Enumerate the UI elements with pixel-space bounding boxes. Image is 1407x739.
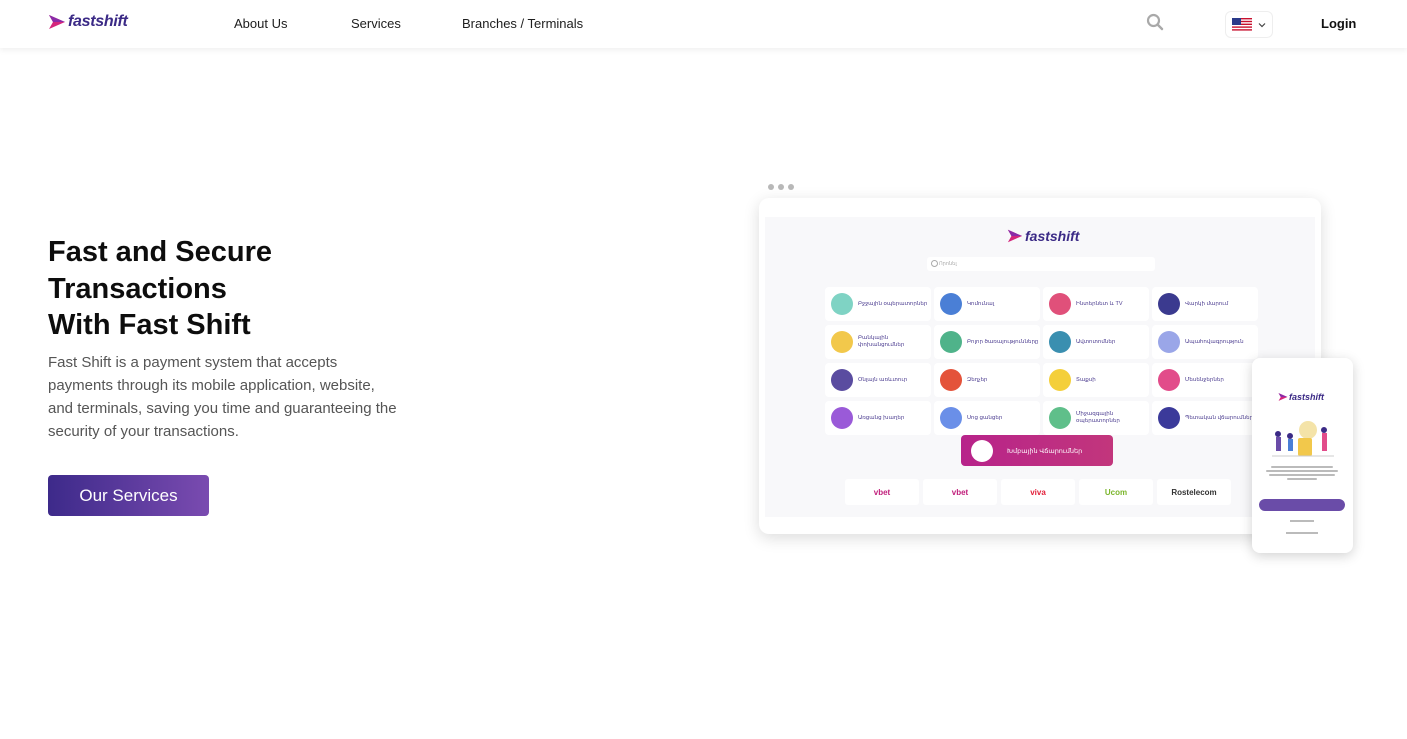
partner-logo: Ucom bbox=[1079, 479, 1153, 505]
nav-services[interactable]: Services bbox=[351, 16, 401, 31]
service-icon bbox=[831, 293, 853, 315]
phone-text-line bbox=[1286, 532, 1318, 534]
hero-title-line-1: Fast and Secure bbox=[48, 236, 273, 268]
mockup-service-grid: Բջջային օպերատորներ Կոմունալ Ինտերնետ և TV… bbox=[825, 287, 1258, 435]
mockup-logo-text: fastshift bbox=[1025, 228, 1080, 244]
mockup-service-tile: Սոց ցանցեր bbox=[934, 401, 1040, 435]
mockup-service-tile: Ապահովագրություն bbox=[1152, 325, 1258, 359]
partner-logo: vbet bbox=[923, 479, 997, 505]
service-label: Ապահովագրություն bbox=[1185, 338, 1244, 345]
phone-text-line bbox=[1290, 520, 1314, 522]
mockup-service-tile: Պետական վճարումներ bbox=[1152, 401, 1258, 435]
service-icon bbox=[940, 369, 962, 391]
chevron-down-icon bbox=[1258, 22, 1266, 27]
service-label: Զեղչեր bbox=[967, 376, 988, 383]
fastshift-logo[interactable]: fastshift bbox=[48, 13, 128, 31]
mockup-service-tile: Միջազգային օպերատորներ bbox=[1043, 401, 1149, 435]
service-icon bbox=[940, 293, 962, 315]
service-icon bbox=[1158, 407, 1180, 429]
mockup-group-payments-button: Խմբային Վճարումներ bbox=[961, 435, 1113, 466]
mockup-service-tile: Ինտերնետ և TV bbox=[1043, 287, 1149, 321]
mockup-logo: fastshift bbox=[1007, 228, 1079, 244]
service-label: Օնլայն առևտուր bbox=[858, 376, 908, 383]
mockup-service-tile: Մեսենջերներ bbox=[1152, 363, 1258, 397]
service-label: Բոլոր ծառայությունները bbox=[967, 338, 1039, 345]
service-icon bbox=[1049, 407, 1071, 429]
phone-description-lines bbox=[1262, 464, 1342, 482]
phone-logo: fastshift bbox=[1278, 392, 1324, 402]
service-icon bbox=[1158, 369, 1180, 391]
language-selector[interactable] bbox=[1225, 11, 1273, 38]
service-label: Բանկային փոխանցումներ bbox=[858, 335, 905, 348]
people-illustration-icon bbox=[1272, 421, 1334, 457]
search-icon bbox=[931, 260, 938, 267]
hero-title-line-3: With Fast Shift bbox=[48, 309, 251, 341]
mockup-search-placeholder: Որոնել bbox=[939, 261, 957, 267]
partner-logo: Rostelecom bbox=[1157, 479, 1231, 505]
service-label: Կոմունալ bbox=[967, 300, 995, 307]
logo-arrow-icon bbox=[1007, 229, 1023, 243]
service-label: Առցանց խաղեր bbox=[858, 414, 905, 421]
service-icon bbox=[1158, 331, 1180, 353]
service-label: Պետական վճարումներ bbox=[1185, 414, 1254, 421]
service-label: Մեսենջերներ bbox=[1185, 376, 1224, 383]
hero-title-line-2: Transactions bbox=[48, 272, 227, 305]
mockup-service-tile: Բջջային օպերատորներ bbox=[825, 287, 931, 321]
service-label: Տաքսի bbox=[1076, 376, 1096, 383]
service-icon bbox=[831, 407, 853, 429]
service-icon bbox=[1049, 331, 1071, 353]
mockup-search-bar: Որոնել bbox=[927, 257, 1155, 271]
mockup-service-tile: Զեղչեր bbox=[934, 363, 1040, 397]
our-services-button[interactable]: Our Services bbox=[48, 475, 209, 516]
search-icon bbox=[1146, 13, 1164, 31]
service-icon bbox=[831, 331, 853, 353]
mockup-button-label: Խմբային Վճարումներ bbox=[1007, 447, 1083, 455]
nav-about-us[interactable]: About Us bbox=[234, 16, 287, 31]
service-label: Վարկի մարում bbox=[1185, 300, 1229, 307]
service-icon bbox=[1158, 293, 1180, 315]
service-icon bbox=[940, 407, 962, 429]
us-flag-icon bbox=[1232, 18, 1252, 31]
service-label: Ինտերնետ և TV bbox=[1076, 300, 1123, 307]
search-button[interactable] bbox=[1146, 13, 1166, 33]
mockup-screen: fastshift Որոնել Բջջային օպերատորներ Կոմո… bbox=[765, 217, 1315, 517]
service-icon bbox=[1049, 293, 1071, 315]
mockup-service-tile: Բոլոր ծառայությունները bbox=[934, 325, 1040, 359]
service-icon bbox=[1049, 369, 1071, 391]
basket-icon bbox=[971, 439, 993, 462]
top-navigation-bar: fastshift About Us Services Branches / T… bbox=[0, 0, 1407, 48]
desktop-app-mockup: fastshift Որոնել Բջջային օպերատորներ Կոմո… bbox=[759, 198, 1321, 534]
hero-title: Fast and Secure Transactions With Fast S… bbox=[48, 234, 408, 344]
phone-primary-button bbox=[1259, 499, 1345, 511]
hero-description: Fast Shift is a payment system that acce… bbox=[48, 354, 397, 440]
service-icon bbox=[940, 331, 962, 353]
service-label: Սոց ցանցեր bbox=[967, 414, 1003, 421]
service-label: Ավտոտոմներ bbox=[1076, 338, 1116, 345]
logo-text: fastshift bbox=[68, 13, 128, 30]
mockup-service-tile: Ավտոտոմներ bbox=[1043, 325, 1149, 359]
mockup-service-tile: Կոմունալ bbox=[934, 287, 1040, 321]
partner-logo: vbet bbox=[845, 479, 919, 505]
mockup-partner-logos: vbet vbet viva Ucom Rostelecom bbox=[845, 479, 1231, 505]
service-label: Բջջային օպերատորներ bbox=[858, 300, 928, 307]
window-dots bbox=[768, 184, 794, 190]
logo-arrow-icon bbox=[49, 15, 65, 29]
mockup-service-tile: Տաքսի bbox=[1043, 363, 1149, 397]
login-link[interactable]: Login bbox=[1321, 16, 1356, 31]
phone-logo-text: fastshift bbox=[1289, 392, 1325, 402]
mockup-service-tile: Օնլայն առևտուր bbox=[825, 363, 931, 397]
mockup-service-tile: Առցանց խաղեր bbox=[825, 401, 931, 435]
service-icon bbox=[831, 369, 853, 391]
mockup-service-tile: Բանկային փոխանցումներ bbox=[825, 325, 931, 359]
service-label: Միջազգային օպերատորներ bbox=[1076, 411, 1120, 424]
partner-logo: viva bbox=[1001, 479, 1075, 505]
nav-branches-terminals[interactable]: Branches / Terminals bbox=[462, 16, 583, 31]
logo-arrow-icon bbox=[1278, 393, 1288, 401]
mockup-service-tile: Վարկի մարում bbox=[1152, 287, 1258, 321]
mobile-app-mockup: fastshift bbox=[1252, 358, 1353, 553]
